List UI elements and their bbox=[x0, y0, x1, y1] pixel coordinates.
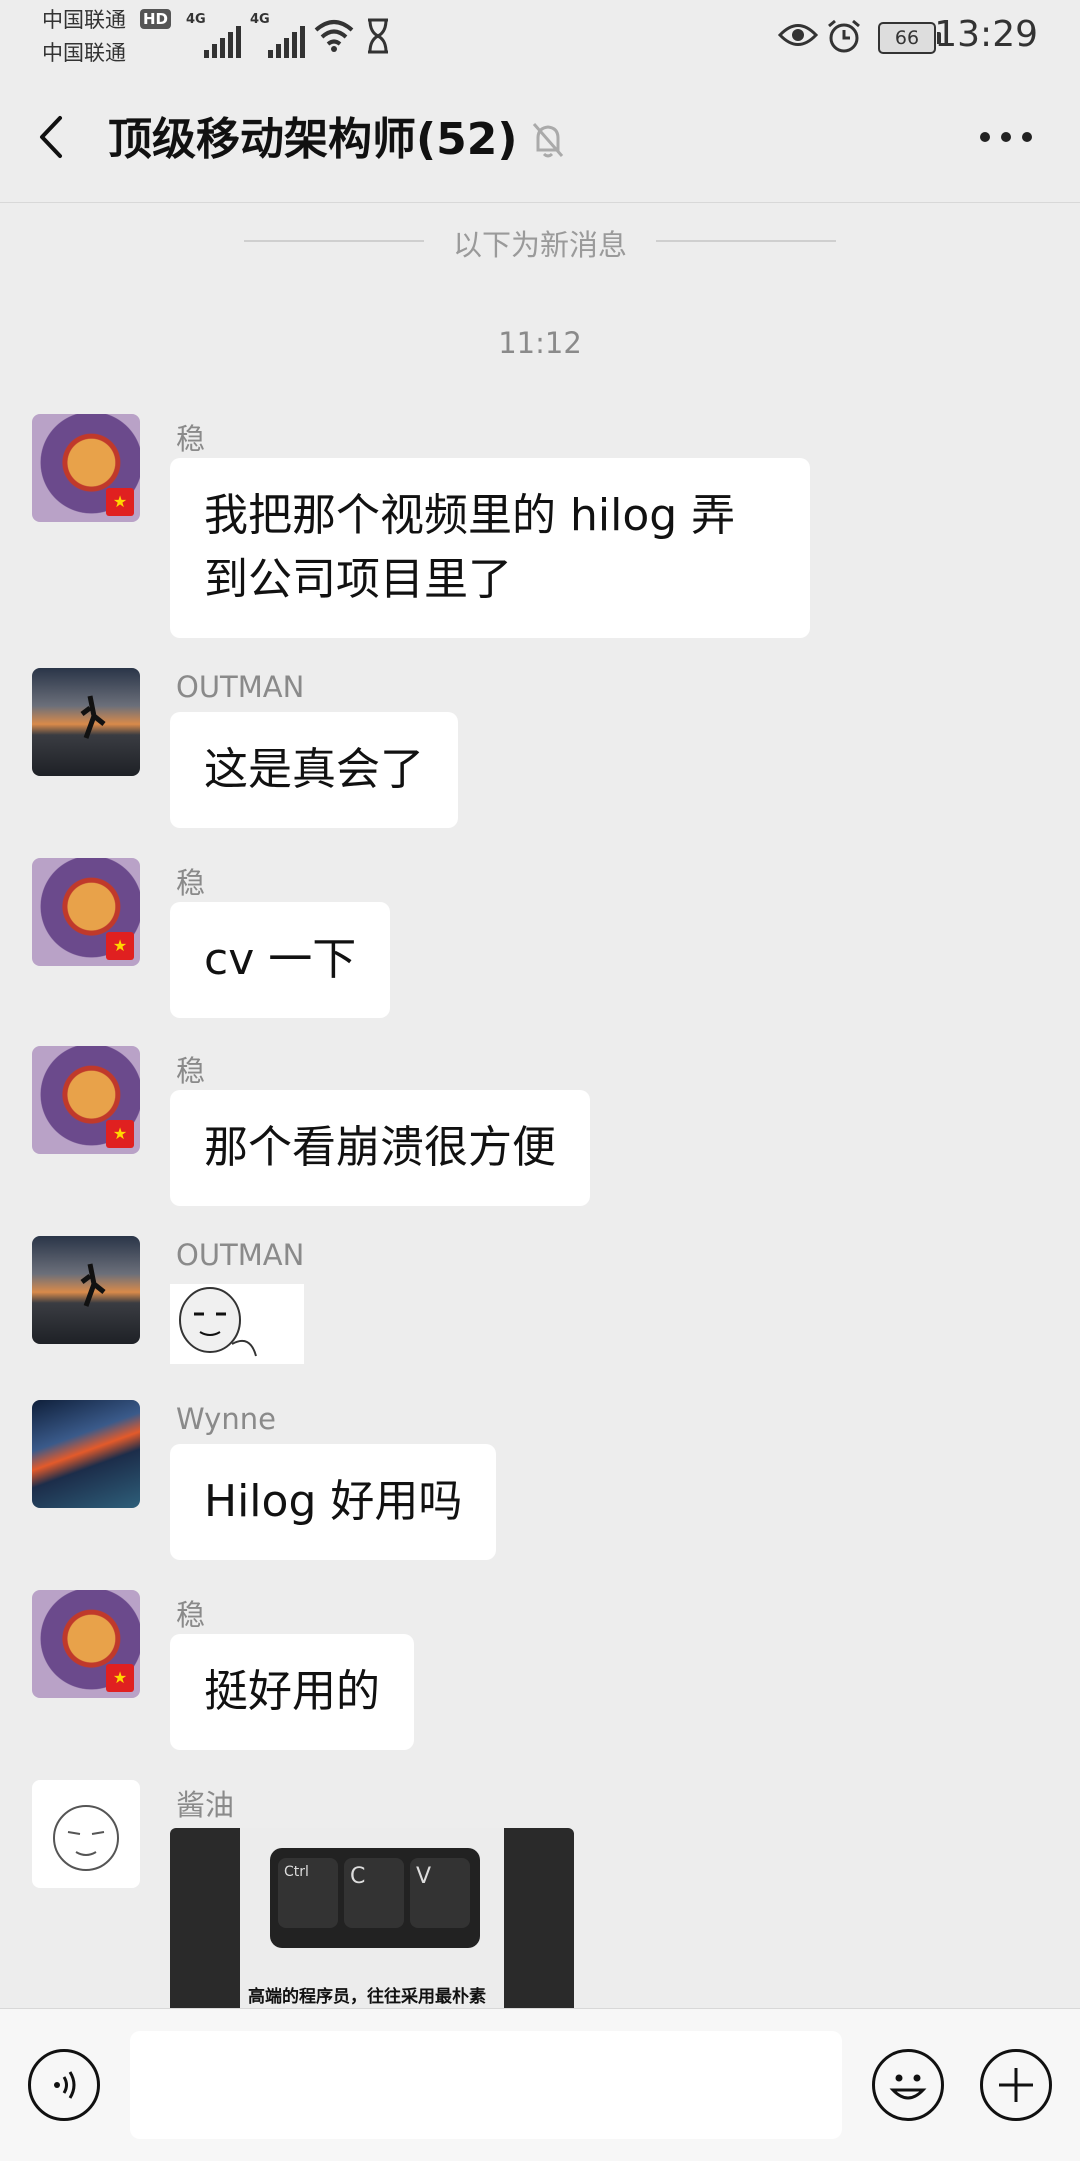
sender-name: Wynne bbox=[176, 1402, 276, 1436]
message-bubble[interactable]: Hilog 好用吗 bbox=[170, 1444, 497, 1560]
china-flag-icon: ★ bbox=[106, 1664, 134, 1692]
sender-name: 稳 bbox=[176, 866, 206, 900]
sunset-avatar[interactable] bbox=[32, 1236, 140, 1344]
message-bubble[interactable]: 那个看崩溃很方便 bbox=[170, 1090, 590, 1206]
carrier-label-1: 中国联通 bbox=[42, 8, 126, 32]
message-bubble[interactable]: 我把那个视频里的 hilog 弄到公司项目里了 bbox=[170, 458, 810, 638]
monkey-king-avatar[interactable]: ★ bbox=[32, 1590, 140, 1698]
monkey-king-avatar[interactable]: ★ bbox=[32, 414, 140, 522]
keycaps: Ctrl C V bbox=[270, 1848, 480, 1948]
sender-name: OUTMAN bbox=[176, 670, 305, 704]
sender-name: 稳 bbox=[176, 1598, 206, 1632]
storm-avatar[interactable] bbox=[32, 1400, 140, 1508]
more-options-icon[interactable] bbox=[976, 124, 1036, 148]
hourglass-icon bbox=[368, 18, 388, 54]
message-bubble[interactable]: cv 一下 bbox=[170, 902, 391, 1018]
china-flag-icon: ★ bbox=[106, 1120, 134, 1148]
voice-input-button[interactable] bbox=[28, 2049, 100, 2121]
wifi-icon bbox=[314, 20, 354, 52]
sender-name: 稳 bbox=[176, 422, 206, 456]
sunset-avatar[interactable] bbox=[32, 668, 140, 776]
sketch-avatar[interactable] bbox=[32, 1780, 140, 1888]
clock: 13:29 bbox=[934, 14, 1038, 55]
message-bubble[interactable]: 挺好用的 bbox=[170, 1634, 414, 1750]
chat-title: 顶级移动架构师(52) bbox=[108, 114, 518, 165]
c-key: C bbox=[344, 1858, 404, 1928]
smiley-icon bbox=[889, 2074, 927, 2100]
more-functions-button[interactable] bbox=[980, 2049, 1052, 2121]
v-key: V bbox=[410, 1858, 470, 1928]
image-caption: 高端的程序员，往往采用最朴素 bbox=[248, 1987, 486, 2007]
china-flag-icon: ★ bbox=[106, 932, 134, 960]
message-timestamp: 11:12 bbox=[498, 326, 582, 360]
new-messages-divider: 以下为新消息 bbox=[0, 222, 1080, 264]
alarm-icon bbox=[828, 19, 860, 53]
ctrl-key: Ctrl bbox=[278, 1858, 338, 1928]
voice-icon bbox=[54, 2071, 76, 2099]
chat-header: 顶级移动架构师(52) bbox=[0, 72, 1080, 203]
message-input[interactable] bbox=[130, 2031, 842, 2139]
meme-face-sticker[interactable] bbox=[170, 1284, 304, 1364]
input-bar bbox=[0, 2008, 1080, 2161]
message-bubble[interactable]: 这是真会了 bbox=[170, 712, 458, 828]
battery-indicator: 66 bbox=[878, 22, 941, 54]
eye-icon bbox=[778, 24, 818, 46]
carrier-label-2: 中国联通 bbox=[42, 41, 126, 65]
keyboard-meme-image[interactable]: Ctrl C V 高端的程序员，往往采用最朴素 bbox=[170, 1828, 574, 2008]
plus-icon bbox=[999, 2068, 1033, 2102]
muted-bell-icon bbox=[532, 123, 564, 158]
status-bar: 中国联通 中国联通 HD 4G 4G 66 13:29 bbox=[0, 0, 1080, 72]
monkey-king-avatar[interactable]: ★ bbox=[32, 1046, 140, 1154]
monkey-king-avatar[interactable]: ★ bbox=[32, 858, 140, 966]
sender-name: OUTMAN bbox=[176, 1238, 305, 1272]
sender-name: 酱油 bbox=[176, 1788, 235, 1822]
china-flag-icon: ★ bbox=[106, 488, 134, 516]
sender-name: 稳 bbox=[176, 1054, 206, 1088]
hd-badge: HD bbox=[140, 9, 172, 29]
back-arrow-icon[interactable] bbox=[30, 112, 74, 162]
emoji-button[interactable] bbox=[872, 2049, 944, 2121]
